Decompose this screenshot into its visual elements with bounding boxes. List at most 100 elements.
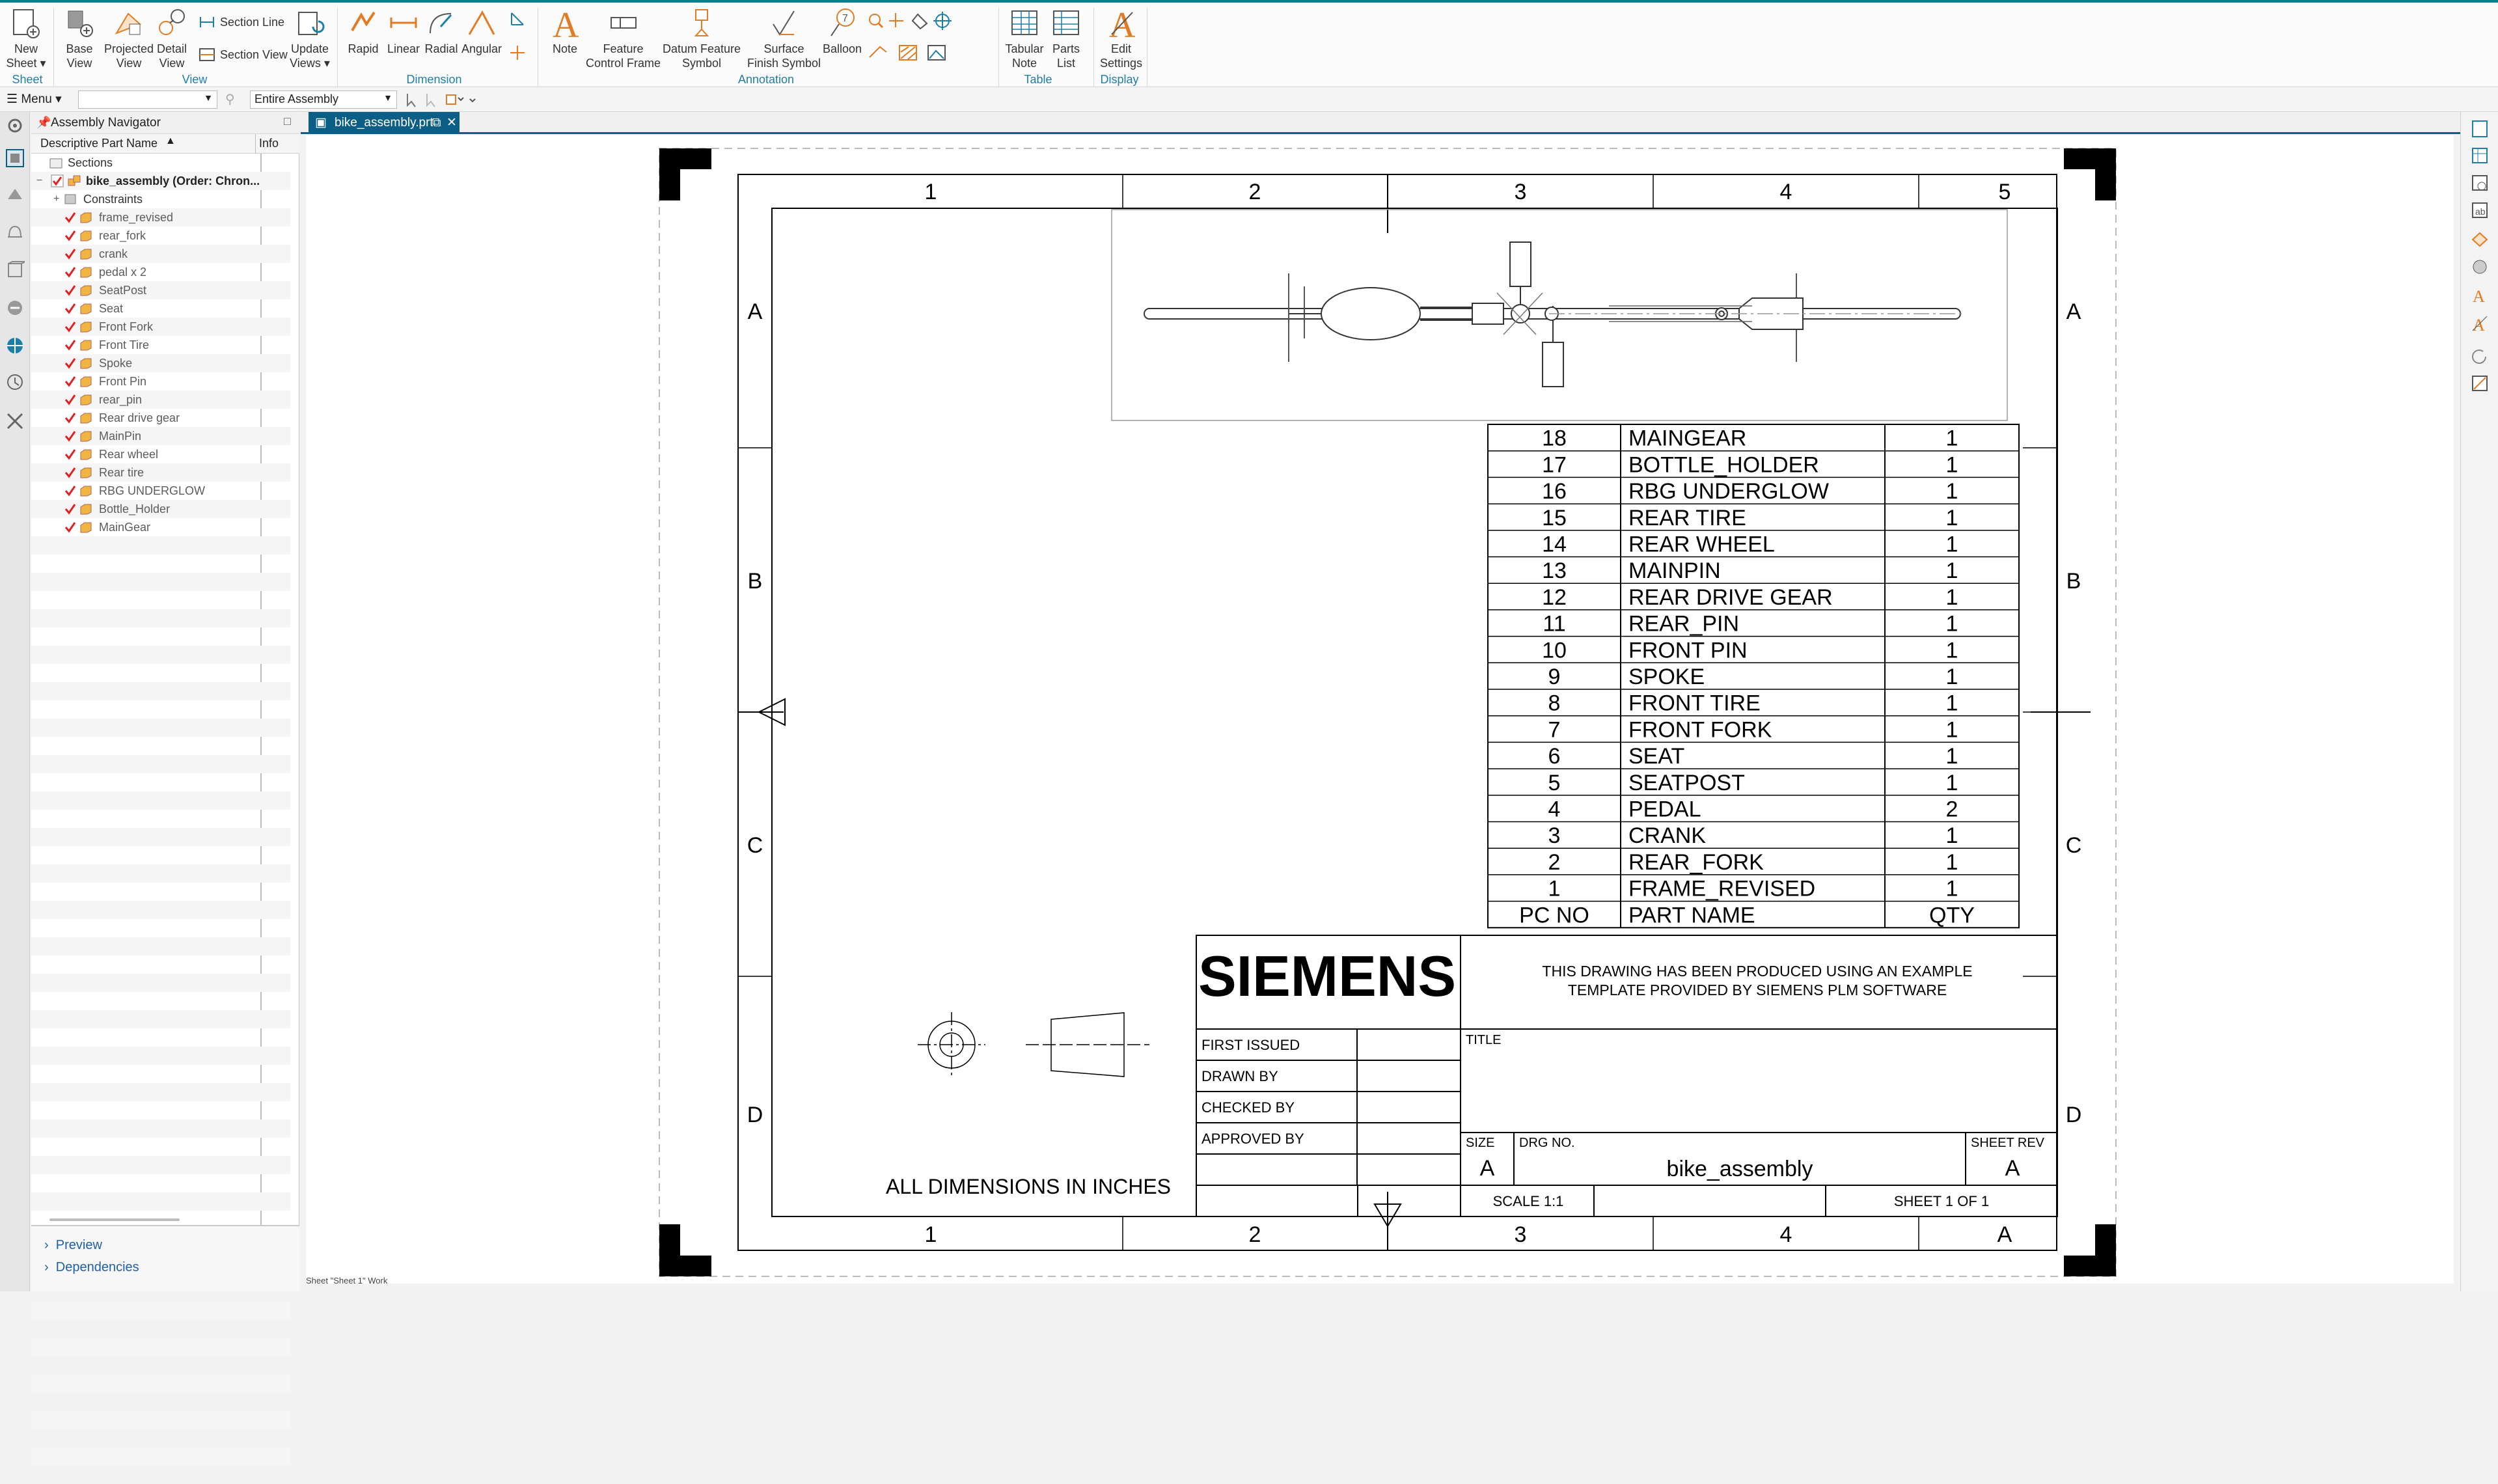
checkbox-checked-icon[interactable] [64, 302, 77, 315]
new-sheet-button[interactable]: New Sheet ▾ [5, 5, 47, 70]
feature-control-frame-button[interactable]: Feature Control Frame [586, 5, 661, 70]
update-views-button[interactable]: Update Views ▾ [289, 5, 331, 70]
checkbox-checked-icon[interactable] [64, 521, 77, 534]
detail-view-button[interactable]: Detail View [151, 5, 193, 70]
checkbox-checked-icon[interactable] [64, 466, 77, 479]
note-button[interactable]: A Note [544, 5, 586, 56]
constraints-node[interactable]: + Constraints [31, 190, 290, 208]
part-node[interactable]: Spoke [31, 354, 290, 372]
checkbox-checked-icon[interactable] [64, 502, 77, 515]
part-node[interactable]: rear_pin [31, 391, 290, 409]
sort-ascending-icon[interactable]: ▲ [165, 135, 176, 147]
checkbox-checked-icon[interactable] [64, 430, 77, 443]
part-node[interactable]: SeatPost [31, 281, 290, 299]
expand-icon[interactable]: + [53, 190, 59, 208]
drawing-canvas[interactable]: 112233445AAABBCCDD 18 MAINGEAR 1 17 BOTT… [306, 135, 2454, 1284]
collapse-icon[interactable]: − [36, 172, 42, 190]
part-node[interactable]: Seat [31, 299, 290, 318]
checkbox-checked-icon[interactable] [64, 484, 77, 497]
maximize-icon[interactable]: □ [284, 115, 291, 128]
table-header-pc-no: PC NO [1519, 903, 1589, 928]
checkbox-checked-icon[interactable] [64, 338, 77, 351]
part-node[interactable]: Rear wheel [31, 445, 290, 463]
section-line-button[interactable]: Section Line [198, 14, 284, 30]
radial-dimension-button[interactable]: Radial [420, 5, 462, 56]
part-node[interactable]: pedal x 2 [31, 263, 290, 281]
part-node[interactable]: Front Pin [31, 372, 290, 391]
roles-icon[interactable] [5, 411, 25, 431]
base-view-button[interactable]: Base View [59, 5, 100, 70]
pin-icon[interactable]: 📌 [36, 116, 51, 130]
balloon-button[interactable]: 7 Balloon [821, 5, 863, 56]
tab-bike-assembly[interactable]: ▣ bike_assembly.prt ⧉ ✕ [309, 112, 460, 134]
datum-feature-symbol-button[interactable]: Datum Feature Symbol [663, 5, 741, 70]
rapid-dimension-button[interactable]: Rapid [342, 5, 384, 56]
bike-assembly-top-view[interactable] [1111, 209, 2008, 421]
parts-list-button[interactable]: Parts List [1045, 5, 1087, 70]
constraint-navigator-icon[interactable] [5, 185, 25, 204]
table-cell-part-name: REAR_PIN [1628, 612, 1739, 637]
empty-row [31, 755, 290, 773]
part-node[interactable]: crank [31, 245, 290, 263]
part-node[interactable]: Rear tire [31, 463, 290, 482]
part-node[interactable]: frame_revised [31, 208, 290, 227]
dimension-more-button[interactable] [509, 10, 526, 27]
checkbox-checked-icon[interactable] [64, 357, 77, 370]
part-node[interactable]: Front Tire [31, 336, 290, 354]
part-label: Rear wheel [99, 448, 159, 461]
close-icon[interactable]: ✕ [446, 112, 457, 134]
table-cell-pc-no: 5 [1548, 771, 1561, 795]
part-node[interactable]: MainGear [31, 518, 290, 536]
selection-scope-dropdown[interactable]: Entire Assembly ▼ [250, 90, 397, 109]
part-node[interactable]: Bottle_Holder [31, 500, 290, 518]
part-node[interactable]: RBG UNDERGLOW [31, 482, 290, 500]
preview-panel-toggle[interactable]: › Preview [44, 1238, 102, 1253]
checkbox-checked-icon[interactable] [64, 320, 77, 333]
filter-icon[interactable]: ⚲ [225, 91, 235, 107]
view-tools[interactable]: ab A A [2470, 118, 2490, 444]
edit-settings-button[interactable]: A Edit Settings [1100, 5, 1142, 70]
drawing-sheet[interactable]: 112233445AA AB BC CD D 18 MAINGEAR 117 B… [306, 135, 2454, 1284]
checkbox-checked-icon[interactable] [64, 411, 77, 424]
checkbox-checked-icon[interactable] [51, 174, 64, 187]
dependencies-panel-toggle[interactable]: › Dependencies [44, 1260, 139, 1275]
checkbox-checked-icon[interactable] [64, 375, 77, 388]
part-node[interactable]: Rear drive gear [31, 409, 290, 427]
web-browser-icon[interactable] [5, 336, 25, 355]
part-node[interactable]: Front Fork [31, 318, 290, 336]
part-node[interactable]: MainPin [31, 427, 290, 445]
part-navigator-icon[interactable] [5, 260, 25, 280]
horizontal-scrollbar[interactable] [49, 1218, 180, 1221]
chevron-down-icon [469, 98, 476, 103]
assembly-navigator-icon[interactable] [5, 148, 25, 168]
surface-finish-symbol-button[interactable]: Surface Finish Symbol [747, 5, 821, 70]
menu-button[interactable]: ☰ Menu ▾ [7, 92, 62, 107]
checkbox-checked-icon[interactable] [64, 266, 77, 279]
column-info[interactable]: Info [259, 137, 279, 150]
surface-finish-symbol-icon [763, 5, 805, 42]
checkbox-checked-icon[interactable] [64, 229, 77, 242]
checkbox-checked-icon[interactable] [64, 393, 77, 406]
empty-row [31, 1083, 290, 1101]
checkbox-checked-icon[interactable] [64, 284, 77, 297]
sections-node[interactable]: Sections [31, 154, 290, 172]
checkbox-checked-icon[interactable] [64, 448, 77, 461]
projected-view-button[interactable]: Projected View [104, 5, 154, 70]
reuse-library-icon[interactable] [5, 298, 25, 318]
section-view-button[interactable]: Section View [198, 47, 288, 62]
angular-dimension-button[interactable]: Angular [461, 5, 502, 56]
notification-icon[interactable] [5, 223, 25, 242]
tabular-note-button[interactable]: Tabular Note [1004, 5, 1045, 70]
snap-tools[interactable] [404, 91, 482, 109]
column-descriptive-part-name[interactable]: Descriptive Part Name [40, 137, 158, 150]
history-icon[interactable] [5, 372, 25, 392]
part-node[interactable]: rear_fork [31, 227, 290, 245]
checkbox-checked-icon[interactable] [64, 247, 77, 260]
checkbox-checked-icon[interactable] [64, 211, 77, 224]
parts-list-table[interactable]: 18 MAINGEAR 117 BOTTLE_HOLDER 116 RBG UNDERGL… [1487, 424, 2020, 929]
root-assembly-node[interactable]: − bike_assembly (Order: Chron... [31, 172, 290, 190]
dimension-chain-button[interactable] [509, 44, 526, 61]
linear-dimension-button[interactable]: Linear [383, 5, 424, 56]
selection-filter-dropdown[interactable]: ▼ [78, 90, 217, 109]
settings-icon[interactable] [5, 116, 25, 135]
